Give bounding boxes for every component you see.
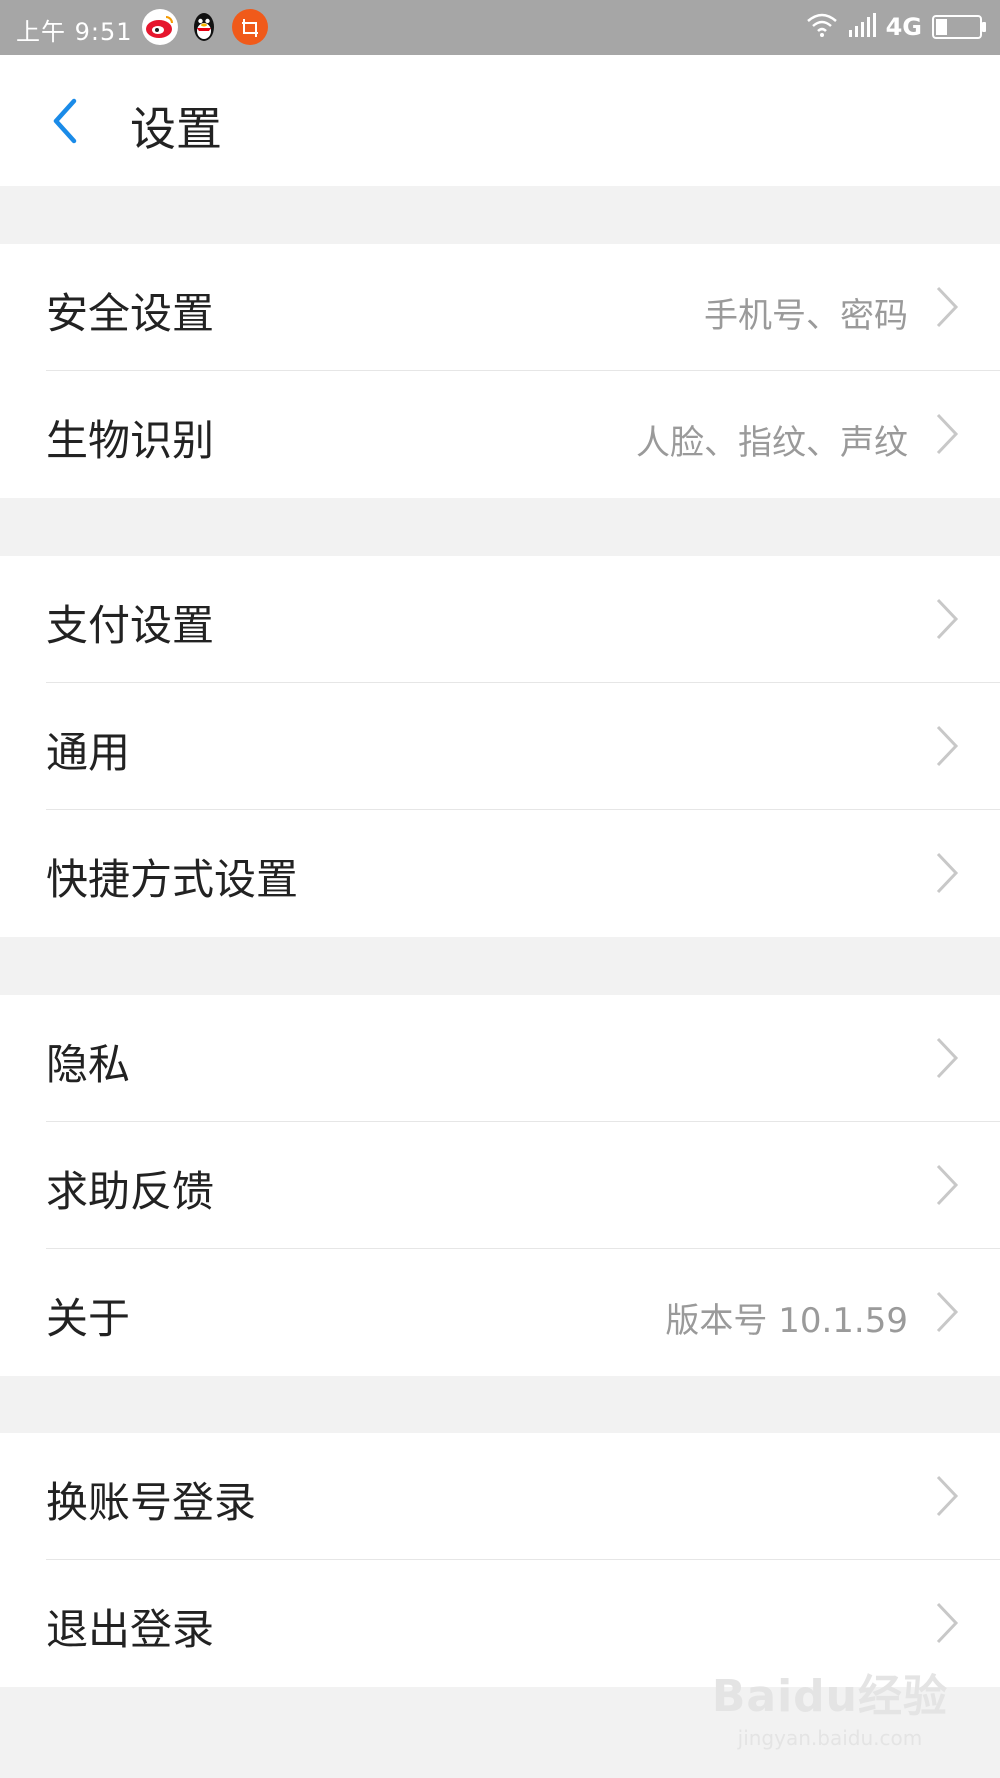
settings-row-label: 隐私 [46, 1040, 131, 1089]
settings-row-help-feedback[interactable]: 求助反馈 [46, 1122, 1000, 1249]
weibo-icon [142, 9, 178, 45]
settings-row-label: 关于 [46, 1294, 131, 1343]
settings-row-privacy[interactable]: 隐私 [46, 995, 1000, 1122]
settings-row-biometrics[interactable]: 生物识别 人脸、指纹、声纹 [46, 371, 1000, 498]
settings-row-about[interactable]: 关于 版本号 10.1.59 [46, 1249, 1000, 1376]
chevron-right-icon [934, 723, 960, 769]
chevron-right-icon [934, 1035, 960, 1081]
settings-row-value: 人脸、指纹、声纹 [636, 423, 908, 463]
settings-row-security[interactable]: 安全设置 手机号、密码 [46, 244, 1000, 371]
chevron-right-icon [934, 411, 960, 457]
settings-row-switch-account[interactable]: 换账号登录 [46, 1433, 1000, 1560]
settings-group-general: 支付设置 通用 快捷方式设置 [0, 556, 1000, 937]
settings-row-payment[interactable]: 支付设置 [46, 556, 1000, 683]
qq-icon [186, 9, 222, 45]
chevron-left-icon[interactable] [46, 95, 86, 147]
settings-row-label: 安全设置 [46, 289, 215, 338]
wifi-icon [806, 12, 838, 42]
settings-row-shortcuts[interactable]: 快捷方式设置 [46, 810, 1000, 937]
settings-row-label: 快捷方式设置 [46, 855, 299, 904]
settings-row-general[interactable]: 通用 [46, 683, 1000, 810]
settings-row-label: 生物识别 [46, 416, 215, 465]
watermark-sub: jingyan.baidu.com [737, 1726, 923, 1750]
page-title: 设置 [130, 102, 222, 156]
app-header: 设置 [0, 55, 1000, 186]
battery-icon [932, 15, 986, 39]
status-bar: 上午 9:51 4G [0, 0, 1000, 55]
chevron-right-icon [934, 1473, 960, 1519]
chevron-right-icon [934, 1162, 960, 1208]
settings-row-label: 通用 [46, 728, 131, 777]
settings-row-label: 求助反馈 [46, 1167, 215, 1216]
settings-group-account: 换账号登录 退出登录 [0, 1433, 1000, 1687]
chevron-right-icon [934, 850, 960, 896]
baidu-jingyan-watermark: Baidu经验 jingyan.baidu.com [712, 1660, 948, 1750]
orange-app-icon [232, 9, 268, 45]
settings-row-label: 支付设置 [46, 601, 215, 650]
status-time: 上午 9:51 [16, 18, 133, 46]
settings-row-value: 手机号、密码 [704, 296, 908, 336]
chevron-right-icon [934, 1289, 960, 1335]
chevron-right-icon [934, 284, 960, 330]
watermark-main: Baidu经验 [711, 1671, 948, 1722]
signal-icon [848, 12, 876, 42]
chevron-right-icon [934, 1600, 960, 1646]
battery-level [936, 19, 947, 35]
settings-row-label: 换账号登录 [46, 1478, 257, 1527]
network-type: 4G [885, 13, 922, 41]
settings-group-privacy: 隐私 求助反馈 关于 版本号 10.1.59 [0, 995, 1000, 1376]
version-number: 版本号 10.1.59 [665, 1301, 908, 1341]
settings-group-security: 安全设置 手机号、密码 生物识别 人脸、指纹、声纹 [0, 244, 1000, 498]
chevron-right-icon [934, 596, 960, 642]
settings-row-label: 退出登录 [46, 1605, 215, 1654]
